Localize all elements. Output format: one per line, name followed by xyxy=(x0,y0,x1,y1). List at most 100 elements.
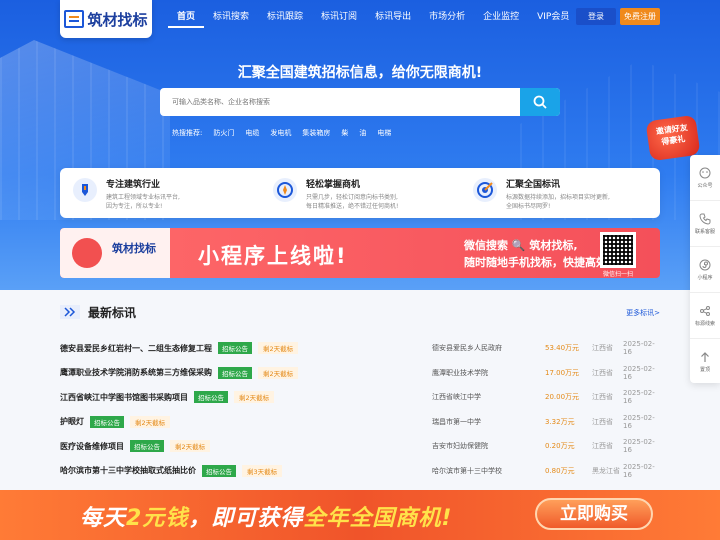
status-badge: 招标公告 xyxy=(90,415,124,428)
bid-organization: 吉安市妇幼保健院 xyxy=(432,442,488,451)
search-button[interactable] xyxy=(520,88,560,116)
list-item[interactable]: 哈尔滨市第十三中学校抽取式纸抽比价 招标公告 剩3天截标 哈尔滨市第十三中学校 … xyxy=(60,459,660,484)
feature-item: 轻松掌握商机 只需几步，轻松订阅意向标书类别, 每日精准推送，绝不错过任何商机! xyxy=(260,168,460,218)
nav-item-track[interactable]: 标讯跟踪 xyxy=(258,10,312,28)
bid-title[interactable]: 医疗设备维修项目 xyxy=(60,441,124,452)
status-badge: 招标公告 xyxy=(218,342,252,355)
hot-search: 热搜推荐: 防火门 电缆 发电机 集装箱房 柴 油 电梯 xyxy=(172,128,391,138)
side-toolbar: 公众号 联系客服 小程序 标源线索 置顶 xyxy=(690,155,720,383)
hot-keyword[interactable]: 发电机 xyxy=(270,128,291,138)
hot-keyword[interactable]: 油 xyxy=(359,128,366,138)
nav-item-search[interactable]: 标讯搜索 xyxy=(204,10,258,28)
sidebar-item-support[interactable]: 联系客服 xyxy=(690,201,720,247)
feature-desc: 只需几步，轻松订阅意向标书类别, xyxy=(306,194,398,201)
feature-strip: 专注建筑行业 建筑工程领域专业标讯平台, 因为专注，所以专业! 轻松掌握商机 只… xyxy=(60,168,660,218)
arrow-up-icon xyxy=(701,352,709,362)
banner-line1: 微信搜索 🔍 筑材找标, xyxy=(464,239,578,252)
promo-text-c: ，即可获得 xyxy=(188,506,304,531)
bid-date: 2025-02-16 xyxy=(623,364,655,381)
list-item[interactable]: 护眼灯 招标公告 剩2天截标 瑞昌市第一中学 3.32万元 江西省 2025-0… xyxy=(60,410,660,435)
logo-text: 筑材找标 xyxy=(87,10,148,29)
sidebar-item-leads[interactable]: 标源线索 xyxy=(690,293,720,339)
bid-organization: 瑞昌市第一中学 xyxy=(432,417,481,426)
bid-organization: 江西省峡江中学 xyxy=(432,393,481,402)
site-logo[interactable]: 筑材找标 xyxy=(60,0,152,38)
nav-item-monitor[interactable]: 企业监控 xyxy=(474,10,528,28)
hot-keyword[interactable]: 电缆 xyxy=(245,128,259,138)
bid-province: 江西省 xyxy=(592,417,613,426)
bid-amount: 0.20万元 xyxy=(545,442,575,451)
bid-amount: 17.00万元 xyxy=(545,368,580,377)
nav-item-export[interactable]: 标讯导出 xyxy=(366,10,420,28)
qr-code-icon xyxy=(600,232,636,268)
bid-title[interactable]: 哈尔滨市第十三中学校抽取式纸抽比价 xyxy=(60,465,196,476)
bid-province: 江西省 xyxy=(592,442,613,451)
sidebar-item-miniprogram[interactable]: 小程序 xyxy=(690,247,720,293)
list-item[interactable]: 德安县爱民乡红岩村一、二组生态修复工程 招标公告 剩2天截标 德安县爱民乡人民政… xyxy=(60,336,660,361)
hot-keyword[interactable]: 电梯 xyxy=(377,128,391,138)
sidebar-item-label: 置顶 xyxy=(699,367,710,373)
promo-text-a: 每天 xyxy=(80,506,127,531)
bid-date: 2025-02-16 xyxy=(623,389,655,406)
login-button[interactable]: 登录 xyxy=(576,8,616,25)
feature-desc: 因为专注，所以专业! xyxy=(106,203,163,210)
status-badge: 招标公告 xyxy=(218,366,252,379)
bid-province: 黑龙江省 xyxy=(592,466,620,475)
miniprogram-banner[interactable]: 筑材找标 小程序上线啦! 微信搜索 🔍 筑材找标, 随时随地手机找标，快捷高效~… xyxy=(60,228,660,278)
compass-icon xyxy=(273,178,297,202)
sidebar-item-official-account[interactable]: 公众号 xyxy=(690,155,720,201)
deadline-badge: 剩3天截标 xyxy=(242,464,283,477)
hot-keyword[interactable]: 集装箱房 xyxy=(302,128,330,138)
bid-organization: 哈尔滨市第十三中学校 xyxy=(432,466,502,475)
status-badge: 招标公告 xyxy=(202,464,236,477)
feature-item: 汇聚全国标讯 标源数据持续添加，招标项目实时更新, 全国标书尽网罗! xyxy=(460,168,660,218)
banner-headline: 小程序上线啦! xyxy=(198,244,348,268)
sidebar-item-back-to-top[interactable]: 置顶 xyxy=(690,339,720,385)
feature-title: 专注建筑行业 xyxy=(106,180,161,190)
status-badge: 招标公告 xyxy=(130,440,164,453)
nav-item-subscribe[interactable]: 标讯订阅 xyxy=(312,10,366,28)
miniprogram-icon xyxy=(699,259,711,270)
promo-text: 每天2元钱，即可获得全年全国商机! xyxy=(80,500,452,532)
bid-title[interactable]: 护眼灯 xyxy=(60,416,84,427)
section-header: 最新标讯 xyxy=(60,300,660,324)
deadline-badge: 剩2天截标 xyxy=(258,342,299,355)
list-item[interactable]: 江西省峡江中学图书馆图书采购项目 招标公告 剩2天截标 江西省峡江中学 20.0… xyxy=(60,385,660,410)
bid-province: 江西省 xyxy=(592,393,613,402)
banner-logo-text: 筑材找标 xyxy=(112,242,156,255)
logo-mark-icon xyxy=(64,10,85,28)
phone-icon xyxy=(699,213,711,225)
banner-logo-area: 筑材找标 xyxy=(60,228,170,278)
bid-title[interactable]: 江西省峡江中学图书馆图书采购项目 xyxy=(60,392,188,403)
qr-caption: 微信扫一扫 xyxy=(602,271,633,278)
bid-title[interactable]: 德安县爱民乡红岩村一、二组生态修复工程 xyxy=(60,343,212,354)
nav-item-market[interactable]: 市场分析 xyxy=(420,10,474,28)
hot-keyword[interactable]: 柴 xyxy=(341,128,348,138)
banner-line2: 随时随地手机找标，快捷高效~ xyxy=(464,256,617,269)
hot-search-label: 热搜推荐: xyxy=(172,129,203,137)
register-button[interactable]: 免费注册 xyxy=(620,8,660,25)
top-navigation: 筑材找标 首页 标讯搜索 标讯跟踪 标讯订阅 标讯导出 市场分析 企业监控 VI… xyxy=(0,0,720,38)
list-item[interactable]: 鹰潭职业技术学院消防系统第三方维保采购 招标公告 剩2天截标 鹰潭职业技术学院 … xyxy=(60,361,660,386)
share-icon xyxy=(700,305,710,316)
buy-now-button[interactable]: 立即购买 xyxy=(535,498,653,530)
deadline-badge: 剩2天截标 xyxy=(130,415,171,428)
bid-title[interactable]: 鹰潭职业技术学院消防系统第三方维保采购 xyxy=(60,367,212,378)
bid-province: 江西省 xyxy=(592,344,613,353)
feature-title: 汇聚全国标讯 xyxy=(506,180,561,190)
pen-icon xyxy=(73,178,97,202)
more-bids-link[interactable]: 更多标讯> xyxy=(626,308,660,318)
sidebar-item-label: 联系客服 xyxy=(694,228,715,235)
nav-item-vip[interactable]: VIP会员 xyxy=(528,10,578,28)
deadline-badge: 剩2天截标 xyxy=(258,366,299,379)
bid-date: 2025-02-16 xyxy=(623,340,655,357)
sidebar-item-label: 公众号 xyxy=(697,182,713,189)
hero-slogan: 汇聚全国建筑招标信息，给你无限商机! xyxy=(237,65,483,81)
search-box xyxy=(160,88,560,116)
search-input[interactable] xyxy=(160,88,520,116)
latest-bids-section: 最新标讯 更多标讯> 德安县爱民乡红岩村一、二组生态修复工程 招标公告 剩2天截… xyxy=(60,300,660,479)
list-item[interactable]: 医疗设备维修项目 招标公告 剩2天截标 吉安市妇幼保健院 0.20万元 江西省 … xyxy=(60,434,660,459)
sidebar-item-label: 标源线索 xyxy=(694,320,715,327)
nav-item-home[interactable]: 首页 xyxy=(168,10,205,28)
hot-keyword[interactable]: 防火门 xyxy=(213,128,234,138)
